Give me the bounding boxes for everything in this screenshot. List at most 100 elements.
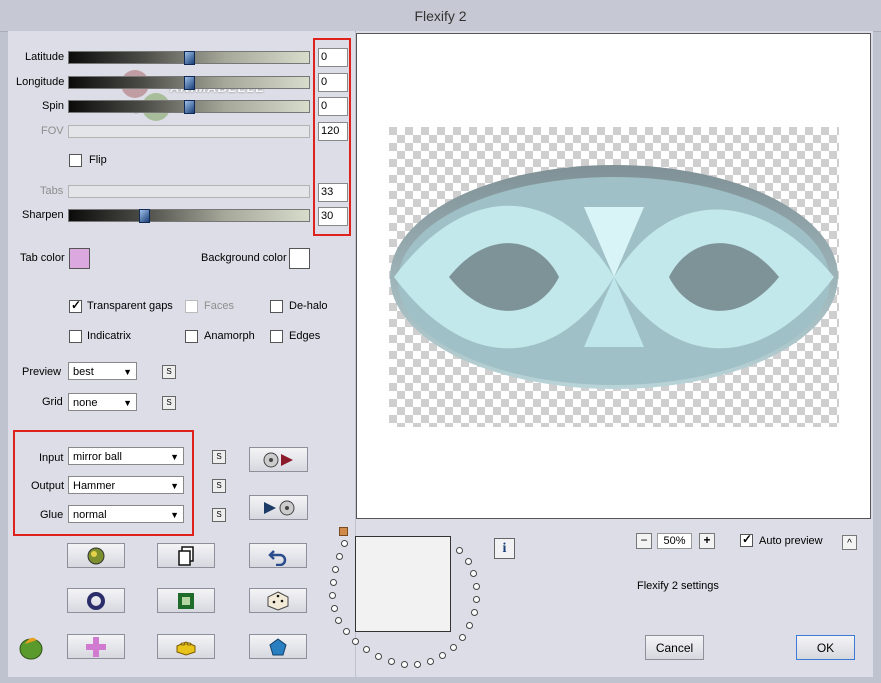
frame-button[interactable] [157, 588, 215, 613]
glue-s-button[interactable]: S [212, 508, 226, 522]
input-label: Input [39, 452, 64, 464]
chevron-down-icon: ▼ [170, 452, 179, 462]
zoom-out-button[interactable]: − [636, 533, 652, 549]
output-select[interactable]: Hammer ▼ [68, 476, 184, 494]
preset-slot[interactable] [465, 558, 472, 565]
watermark-logo [110, 62, 180, 132]
transparent-gaps-checkbox[interactable] [69, 298, 82, 313]
preset-slot[interactable] [363, 646, 370, 653]
anamorph-label: Anamorph [204, 330, 255, 342]
preset-slot[interactable] [470, 570, 477, 577]
window-title: Flexify 2 [414, 8, 467, 24]
arrow-to-disc-icon [263, 500, 294, 515]
ring-button[interactable] [67, 588, 125, 613]
preset-slot[interactable] [343, 628, 350, 635]
cross-button[interactable] [67, 634, 125, 659]
spin-slider-thumb[interactable] [184, 100, 195, 114]
preset-slot[interactable] [375, 653, 382, 660]
swap-output-button[interactable] [249, 495, 308, 520]
randomize-button[interactable] [67, 543, 125, 568]
sharpen-label: Sharpen [22, 209, 64, 221]
anamorph-checkbox[interactable] [185, 330, 198, 343]
preset-slot[interactable] [466, 622, 473, 629]
glue-select[interactable]: normal ▼ [68, 505, 184, 523]
spin-slider[interactable] [68, 100, 310, 114]
de-halo-checkbox[interactable] [270, 300, 283, 313]
copy-button[interactable] [157, 543, 215, 568]
latitude-slider-thumb[interactable] [184, 51, 195, 65]
pentagon-button[interactable] [249, 634, 307, 659]
input-select[interactable]: mirror ball ▼ [68, 447, 184, 465]
zoom-in-button[interactable]: + [699, 533, 715, 549]
grid-select[interactable]: none ▼ [68, 393, 137, 411]
copy-icon [178, 545, 194, 566]
longitude-label: Longitude [16, 76, 65, 88]
edges-checkbox[interactable] [270, 330, 283, 343]
random-dice-button[interactable] [249, 588, 307, 613]
frame-icon [178, 592, 194, 609]
grid-s-button[interactable]: S [162, 396, 176, 410]
preset-slot[interactable] [341, 540, 348, 547]
preset-slot[interactable] [473, 583, 480, 590]
preset-slot[interactable] [388, 658, 395, 665]
preset-slot[interactable] [471, 609, 478, 616]
indicatrix-checkbox[interactable] [69, 330, 82, 343]
preview-image [389, 127, 839, 427]
lego-brick-icon [176, 640, 196, 656]
preview-canvas[interactable] [356, 33, 871, 519]
tabs-slider[interactable] [68, 185, 310, 198]
preview-select[interactable]: best ▼ [68, 362, 137, 380]
transparent-gaps-label: Transparent gaps [87, 300, 173, 312]
preset-slot[interactable] [459, 634, 466, 641]
brick-button[interactable] [157, 634, 215, 659]
preset-slot[interactable] [352, 638, 359, 645]
collapse-button[interactable]: ^ [842, 535, 857, 550]
preset-slot[interactable] [329, 592, 336, 599]
preview-s-button[interactable]: S [162, 365, 176, 379]
preset-slot[interactable] [439, 652, 446, 659]
preset-slot[interactable] [335, 617, 342, 624]
input-s-button[interactable]: S [212, 450, 226, 464]
latitude-slider[interactable] [68, 51, 310, 65]
info-button[interactable]: i [494, 538, 515, 559]
preset-slot[interactable] [330, 579, 337, 586]
preset-slot[interactable] [332, 566, 339, 573]
preset-slot[interactable] [331, 605, 338, 612]
fov-label: FOV [41, 125, 64, 137]
numeric-values-highlight [313, 38, 351, 236]
preset-slot[interactable] [456, 547, 463, 554]
auto-preview-checkbox[interactable] [740, 532, 753, 547]
indicatrix-label: Indicatrix [87, 330, 132, 342]
tab-color-swatch[interactable] [69, 248, 90, 269]
preset-preview[interactable] [355, 536, 451, 632]
flip-checkbox[interactable] [69, 154, 82, 167]
cancel-button[interactable]: Cancel [645, 635, 704, 660]
output-s-button[interactable]: S [212, 479, 226, 493]
preset-slot[interactable] [414, 661, 421, 668]
preset-slot[interactable] [336, 553, 343, 560]
longitude-slider-thumb[interactable] [184, 76, 195, 90]
faces-checkbox[interactable] [185, 300, 198, 313]
sharpen-slider[interactable] [68, 209, 310, 223]
longitude-slider[interactable] [68, 76, 310, 90]
chevron-down-icon: ▼ [123, 398, 132, 408]
preset-slot[interactable] [401, 661, 408, 668]
swap-input-button[interactable] [249, 447, 308, 472]
output-select-value: Hammer [73, 480, 116, 492]
preset-slot[interactable] [450, 644, 457, 651]
sharpen-slider-thumb[interactable] [139, 209, 150, 223]
ok-button[interactable]: OK [796, 635, 855, 660]
background-color-swatch[interactable] [289, 248, 310, 269]
undo-icon [268, 549, 287, 566]
background-color-label: Background color [201, 252, 287, 264]
chevron-down-icon: ▼ [170, 481, 179, 491]
latitude-label: Latitude [25, 51, 65, 63]
undo-button[interactable] [249, 543, 307, 568]
fov-slider[interactable] [68, 125, 310, 138]
disc-to-arrow-icon [263, 452, 293, 467]
grid-select-value: none [73, 397, 98, 409]
input-select-value: mirror ball [73, 451, 122, 463]
preset-slot[interactable] [473, 596, 480, 603]
pear-logo-icon [19, 637, 43, 660]
preset-slot[interactable] [427, 658, 434, 665]
